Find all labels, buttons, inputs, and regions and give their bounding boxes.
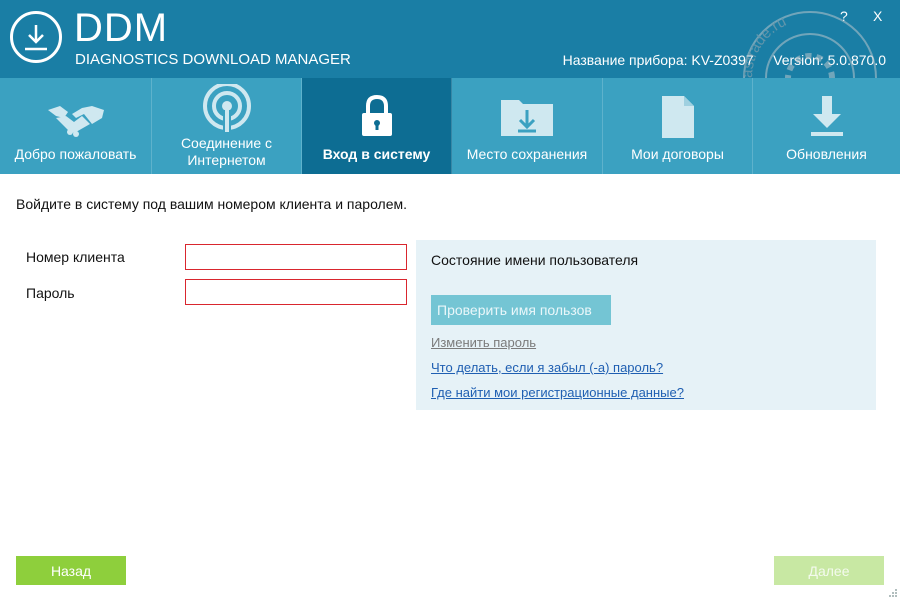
tab-welcome[interactable]: Добро пожаловать bbox=[0, 78, 152, 174]
login-instructions: Войдите в систему под вашим номером клие… bbox=[16, 196, 408, 212]
tab-my-contracts-label: Мои договоры bbox=[631, 146, 724, 162]
tab-updates[interactable]: Обновления bbox=[753, 78, 900, 174]
username-status-title: Состояние имени пользователя bbox=[431, 252, 639, 268]
client-number-label: Номер клиента bbox=[26, 249, 125, 265]
tab-welcome-label: Добро пожаловать bbox=[14, 146, 137, 162]
close-button[interactable]: X bbox=[873, 8, 882, 24]
password-input[interactable] bbox=[185, 279, 407, 305]
device-name-value: KV-Z0397 bbox=[691, 52, 754, 68]
lock-icon bbox=[361, 94, 392, 136]
client-number-input[interactable] bbox=[185, 244, 407, 270]
device-info: Название прибора: KV-Z0397 Version: 5.0.… bbox=[563, 51, 886, 69]
tab-save-location-label: Место сохранения bbox=[466, 146, 588, 162]
tab-login-label: Вход в систему bbox=[322, 146, 431, 162]
check-username-button[interactable]: Проверить имя пользов bbox=[431, 295, 611, 325]
version-value: 5.0.870.0 bbox=[827, 52, 886, 68]
document-icon bbox=[661, 96, 694, 138]
change-password-link[interactable]: Изменить пароль bbox=[431, 335, 536, 350]
wifi-signal-icon bbox=[202, 84, 251, 132]
back-button[interactable]: Назад bbox=[16, 556, 126, 585]
help-button[interactable]: ? bbox=[840, 8, 848, 24]
tab-save-location[interactable]: Место сохранения bbox=[452, 78, 603, 174]
resize-grip-icon[interactable] bbox=[888, 588, 898, 598]
tab-internet-connection[interactable]: Соединение с Интернетом bbox=[152, 78, 302, 174]
folder-download-icon bbox=[501, 100, 553, 136]
app-title: DDM bbox=[74, 6, 169, 50]
tab-updates-label: Обновления bbox=[786, 146, 867, 162]
device-name-label: Название прибора: bbox=[562, 52, 688, 68]
version-label: Version: bbox=[773, 52, 824, 68]
title-bar: DDM DIAGNOSTICS DOWNLOAD MANAGER Названи… bbox=[0, 0, 900, 78]
tab-internet-connection-label: Соединение с Интернетом bbox=[180, 135, 273, 168]
username-status-panel: Состояние имени пользователя Проверить и… bbox=[416, 240, 876, 410]
nav-tabs: Добро пожаловать Соединение с Интернетом… bbox=[0, 78, 900, 174]
handshake-icon bbox=[47, 106, 104, 137]
forgot-password-link[interactable]: Что делать, если я забыл (-а) пароль? bbox=[431, 360, 663, 375]
where-credentials-link[interactable]: Где найти мои регистрационные данные? bbox=[431, 385, 684, 400]
next-button[interactable]: Далее bbox=[774, 556, 884, 585]
app-subtitle: DIAGNOSTICS DOWNLOAD MANAGER bbox=[75, 51, 351, 68]
tab-login[interactable]: Вход в систему bbox=[302, 78, 452, 174]
tab-my-contracts[interactable]: Мои договоры bbox=[603, 78, 753, 174]
download-update-icon bbox=[810, 96, 843, 136]
password-label: Пароль bbox=[26, 285, 75, 301]
download-logo-icon bbox=[10, 11, 62, 63]
